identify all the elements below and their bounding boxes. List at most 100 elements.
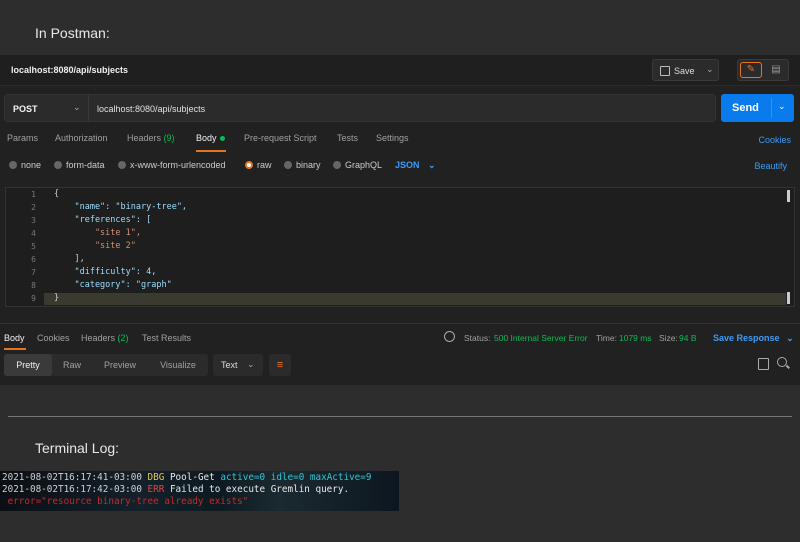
radio-none-label: none [21,160,42,170]
log-timestamp: 2021-08-02T16:17:41-03:00 [2,472,142,483]
code-line: "difficulty": 4, [54,267,157,277]
response-tab-cookies[interactable]: Cookies [37,333,70,343]
response-view-tabs: Pretty Raw Preview Visualize [4,354,208,376]
chevron-down-icon: ⌄ [428,160,436,170]
log-level: DBG [147,472,165,483]
scrollbar-thumb[interactable] [787,292,790,304]
line-number: 1 [31,190,36,199]
response-tab-headers-count: (2) [117,333,129,343]
log-message: Pool-Get [169,472,215,483]
line-number: 7 [31,268,36,277]
time-label: Time: [596,333,617,343]
tab-tests[interactable]: Tests [337,133,358,143]
chevron-down-icon: ⌄ [73,102,81,112]
chevron-down-icon: ⌄ [786,333,794,343]
code-line: "site 1", [54,228,141,238]
cookies-link[interactable]: Cookies [758,135,791,145]
active-tab-indicator [4,348,26,350]
terminal-log: 2021-08-02T16:17:41-03:00 DBG Pool-Get a… [0,471,399,511]
save-response-button[interactable]: Save Response ⌄ [713,333,794,344]
radio-none[interactable]: none [9,160,41,170]
line-number: 8 [31,281,36,290]
log-fields: active=0 idle=0 maxActive=9 [220,472,372,483]
log-message: Failed to execute Gremlin query. [169,484,350,495]
body-format-select[interactable]: JSON ⌄ [395,160,436,171]
tab-settings[interactable]: Settings [376,133,409,143]
radio-raw[interactable]: raw [245,160,272,170]
log-line: 2021-08-02T16:17:41-03:00 DBG Pool-Get a… [2,472,371,483]
save-button[interactable]: Save ⌄ [652,59,719,81]
radio-urlencoded[interactable]: x-www-form-urlencoded [118,160,226,170]
chevron-down-icon[interactable]: ⌄ [778,101,786,112]
wrap-lines-icon[interactable]: ≡ [269,354,291,376]
send-button[interactable]: Send ⌄ [721,94,794,122]
code-editor[interactable]: 1 2 3 4 5 6 7 8 9 { "name": "binary-tree… [5,187,795,307]
save-label: Save [674,66,695,76]
body-format-value: JSON [395,160,420,170]
url-input[interactable]: localhost:8080/api/subjects [97,104,205,114]
beautify-link[interactable]: Beautify [754,161,787,171]
code-line: } [54,293,60,303]
chevron-down-icon: ⌄ [247,359,255,369]
view-raw[interactable]: Raw [52,354,92,376]
code-line: "name": "binary-tree", [54,202,188,212]
view-preview[interactable]: Preview [92,354,148,376]
radio-form-data-label: form-data [66,160,105,170]
response-tab-headers[interactable]: Headers (2) [81,333,129,343]
radio-icon [118,161,126,169]
save-response-label: Save Response [713,333,780,343]
copy-icon[interactable] [758,358,769,370]
tab-pre-request-script[interactable]: Pre-request Script [244,133,317,143]
postman-heading: In Postman: [35,25,110,41]
response-tab-body[interactable]: Body [4,333,25,343]
status-value: 500 Internal Server Error [494,333,588,343]
postman-window: localhost:8080/api/subjects Save ⌄ ✎ ▤ P… [0,55,800,385]
radio-binary[interactable]: binary [284,160,321,170]
request-tabs: Params Authorization Headers (9) Body Pr… [0,133,800,153]
radio-selected-icon [245,161,253,169]
line-number: 4 [31,229,36,238]
response-tab-test-results[interactable]: Test Results [142,333,191,343]
radio-binary-label: binary [296,160,321,170]
code-line: "references": [ [54,215,152,225]
response-format-select[interactable]: Text ⌄ [213,354,263,376]
code-line: "category": "graph" [54,280,172,290]
tab-headers[interactable]: Headers (9) [127,133,175,143]
globe-icon[interactable] [444,331,455,342]
view-visualize[interactable]: Visualize [148,354,208,376]
save-icon [660,66,670,76]
tab-authorization[interactable]: Authorization [55,133,108,143]
request-bar: POST ⌄ localhost:8080/api/subjects [4,94,716,122]
chevron-down-icon[interactable]: ⌄ [706,64,714,75]
pencil-icon[interactable]: ✎ [740,62,762,78]
request-tab-bar: localhost:8080/api/subjects Save ⌄ ✎ ▤ [0,55,800,86]
tab-headers-label: Headers [127,133,162,143]
search-icon[interactable] [777,357,787,367]
tab-body-label: Body [196,133,217,143]
time-value[interactable]: 1079 ms [619,333,652,343]
status-dot-icon [219,136,225,142]
radio-icon [9,161,17,169]
size-value[interactable]: 94 B [679,333,697,343]
request-tab-title[interactable]: localhost:8080/api/subjects [11,65,128,75]
send-label: Send [732,102,759,114]
response-format-value: Text [221,360,238,370]
log-line: 2021-08-02T16:17:42-03:00 ERR Failed to … [2,484,349,495]
radio-graphql[interactable]: GraphQL [333,160,382,170]
scrollbar-thumb[interactable] [787,190,790,202]
send-divider [771,98,772,118]
radio-raw-label: raw [257,160,272,170]
tab-params[interactable]: Params [7,133,38,143]
line-number: 2 [31,203,36,212]
method-select[interactable]: POST ⌄ [5,95,89,121]
tab-headers-count: (9) [163,133,175,143]
tab-body[interactable]: Body [196,133,225,143]
radio-form-data[interactable]: form-data [54,160,105,170]
log-line: error="resource binary-tree already exis… [2,496,249,507]
line-number: 9 [31,294,36,303]
view-pretty[interactable]: Pretty [4,354,52,376]
method-value: POST [13,104,38,114]
radio-graphql-label: GraphQL [345,160,383,170]
document-icon[interactable]: ▤ [767,63,785,77]
line-number: 3 [31,216,36,225]
